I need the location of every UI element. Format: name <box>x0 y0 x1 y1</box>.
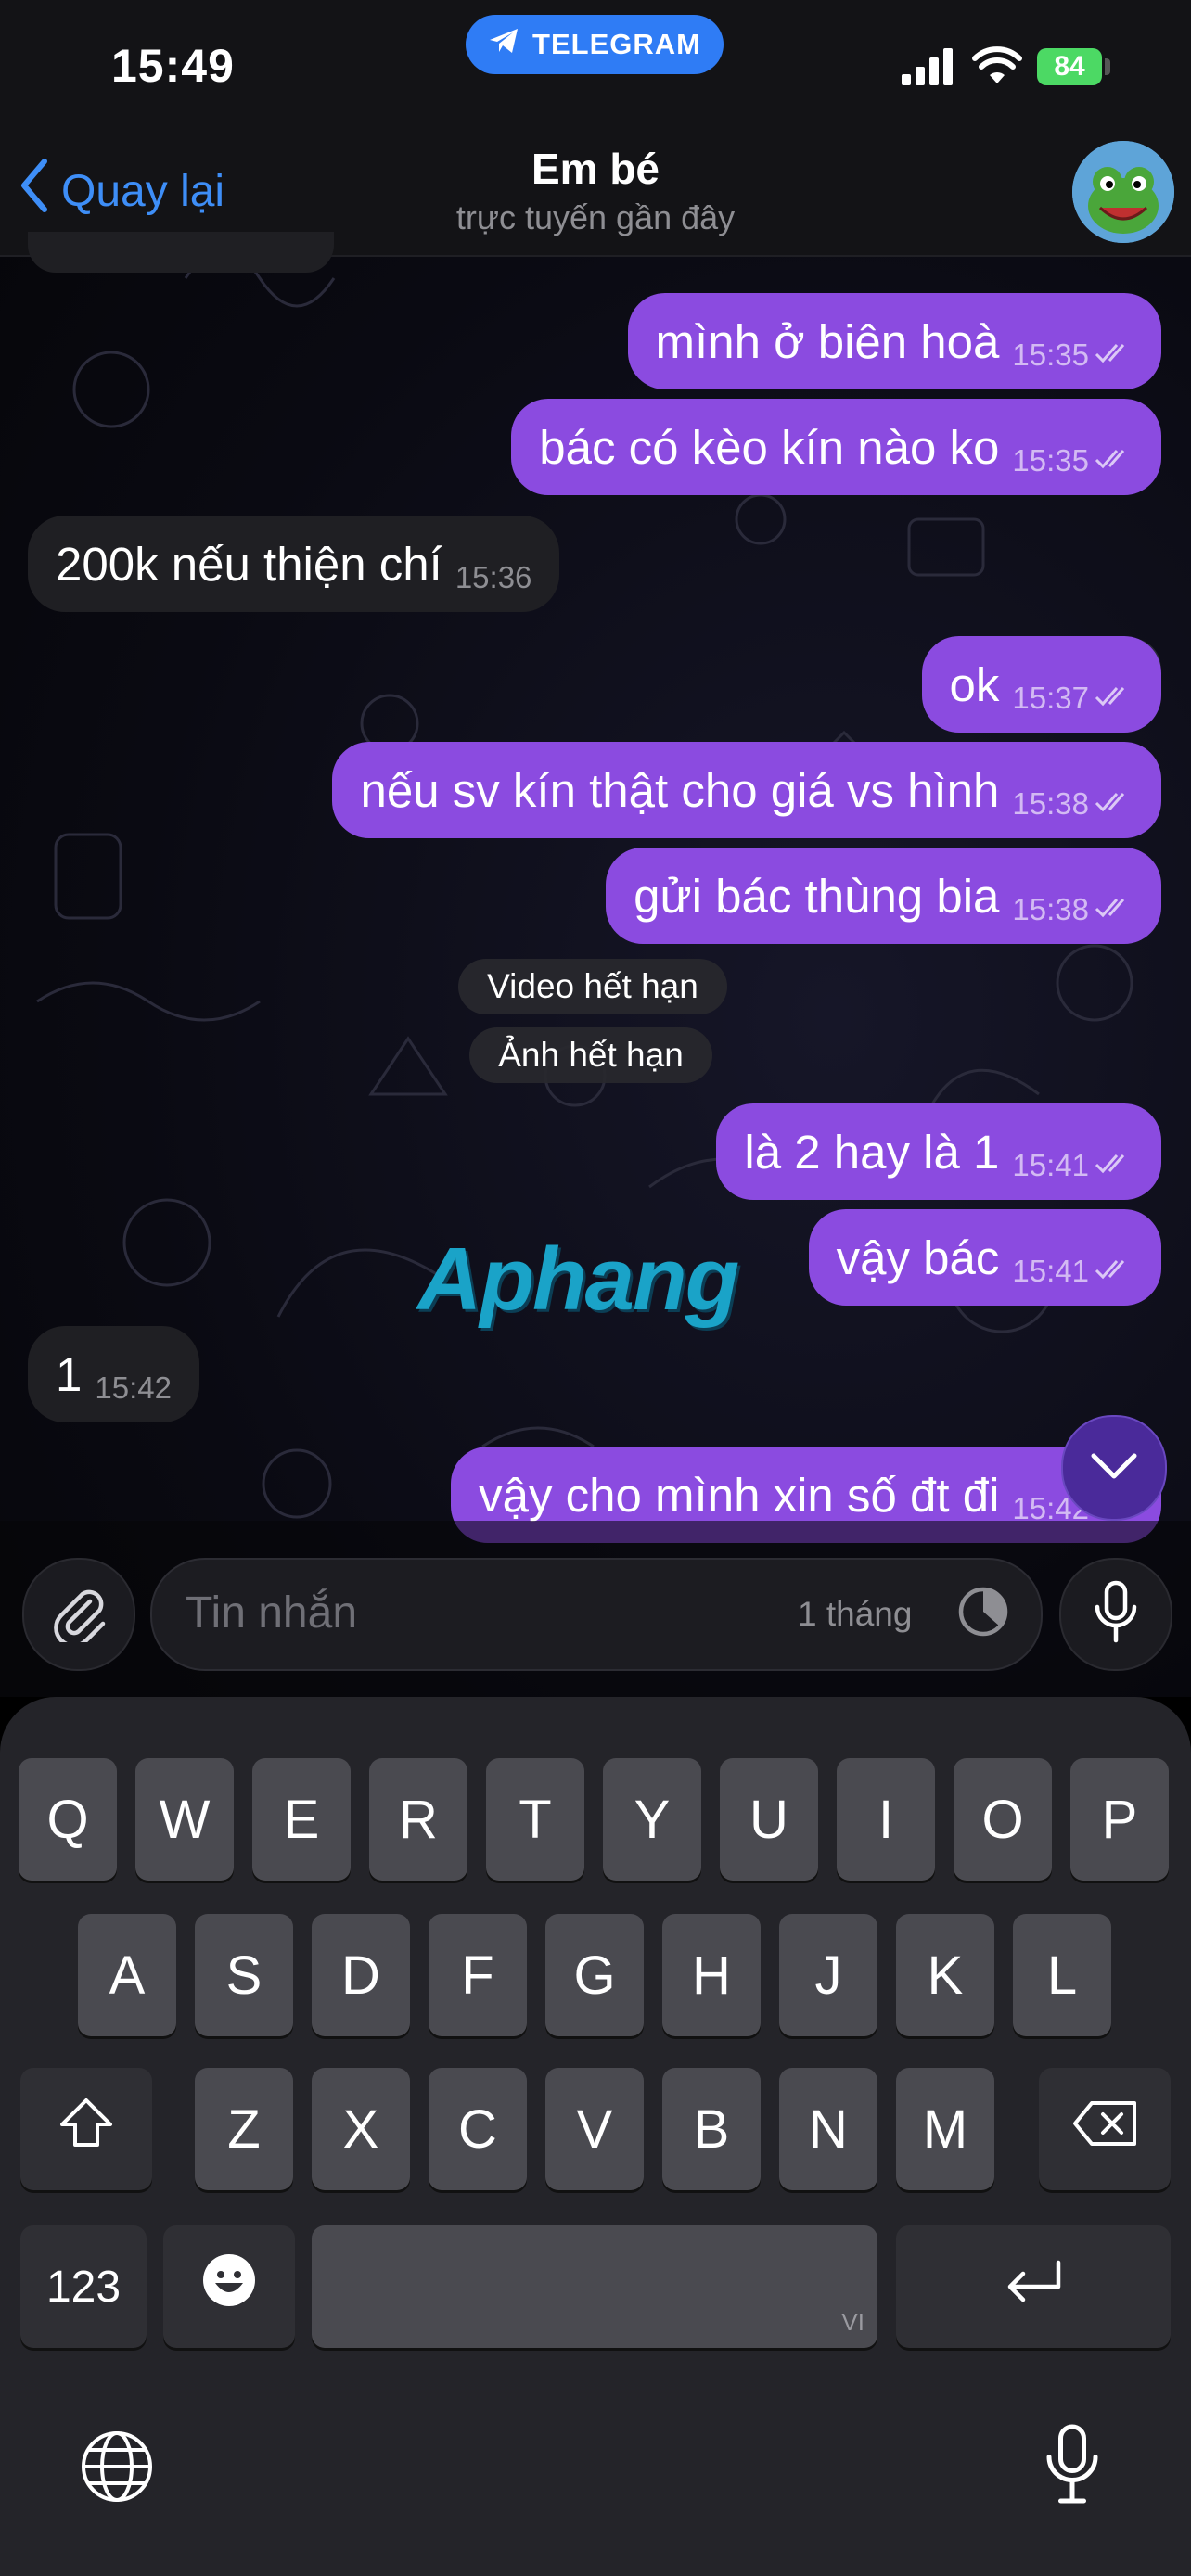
key-o[interactable]: O <box>954 1758 1052 1881</box>
message-bubble-incoming[interactable]: 200k nếu thiện chí 15:36 <box>28 516 560 612</box>
key-d[interactable]: D <box>312 1914 410 2036</box>
watermark-logo: Aphang <box>417 1230 739 1329</box>
message-time: 15:42 <box>95 1371 172 1405</box>
message-time: 15:38 <box>1012 892 1089 926</box>
message-bubble-outgoing[interactable]: vậy bác 15:41 <box>808 1209 1161 1306</box>
key-h[interactable]: H <box>662 1914 761 2036</box>
space-key[interactable]: VI <box>312 2225 877 2348</box>
message-time: 15:38 <box>1012 786 1089 821</box>
avatar[interactable] <box>1072 141 1174 243</box>
message-time: 15:37 <box>1012 681 1089 715</box>
message-bubble-outgoing[interactable]: ok 15:37 <box>921 636 1161 733</box>
status-time: 15:49 <box>111 40 235 92</box>
double-check-icon <box>1095 786 1133 822</box>
service-message-video-expired: Video hết hạn <box>458 959 727 1014</box>
dictation-microphone-icon[interactable] <box>1039 2422 1106 2510</box>
chevron-down-icon <box>1090 1452 1138 1485</box>
message-text: mình ở biên hoà <box>655 314 1000 368</box>
telegram-plane-icon <box>488 27 519 62</box>
key-j[interactable]: J <box>779 1914 877 2036</box>
shift-key[interactable] <box>20 2068 152 2190</box>
key-i[interactable]: I <box>837 1758 935 1881</box>
key-k[interactable]: K <box>896 1914 994 2036</box>
key-z[interactable]: Z <box>195 2068 293 2190</box>
message-text: ok <box>949 657 1000 711</box>
frog-avatar-icon <box>1072 141 1174 243</box>
scroll-to-bottom-button[interactable] <box>1061 1415 1167 1521</box>
message-text: nếu sv kín thật cho giá vs hình <box>360 763 1000 817</box>
key-g[interactable]: G <box>545 1914 644 2036</box>
battery-tip <box>1105 58 1110 75</box>
key-f[interactable]: F <box>429 1914 527 2036</box>
message-text: bác có kèo kín nào ko <box>539 420 1000 474</box>
auto-delete-timer-label[interactable]: 1 tháng <box>798 1595 912 1634</box>
battery-indicator: 84 <box>1037 48 1102 85</box>
message-time: 15:35 <box>1012 338 1089 372</box>
service-message-photo-expired: Ảnh hết hạn <box>469 1027 712 1083</box>
cellular-signal-icon <box>902 48 955 90</box>
message-bubble-incoming[interactable]: 1 15:42 <box>28 1326 199 1422</box>
double-check-icon <box>1095 892 1133 927</box>
microphone-icon <box>1090 1579 1142 1651</box>
key-u[interactable]: U <box>720 1758 818 1881</box>
key-p[interactable]: P <box>1070 1758 1169 1881</box>
list-item[interactable] <box>28 232 334 273</box>
backspace-key[interactable] <box>1039 2068 1171 2190</box>
message-text: là 2 hay là 1 <box>744 1125 1000 1179</box>
message-input-placeholder: Tin nhắn <box>186 1588 358 1638</box>
key-q[interactable]: Q <box>19 1758 117 1881</box>
return-icon <box>1001 2256 1066 2318</box>
key-w[interactable]: W <box>135 1758 234 1881</box>
message-text: 200k nếu thiện chí <box>56 537 442 591</box>
key-s[interactable]: S <box>195 1914 293 2036</box>
telegram-pill-label: TELEGRAM <box>532 28 701 60</box>
key-x[interactable]: X <box>312 2068 410 2190</box>
double-check-icon <box>1095 1254 1133 1289</box>
wifi-icon <box>972 46 1022 90</box>
numbers-key[interactable]: 123 <box>20 2225 147 2348</box>
key-n[interactable]: N <box>779 2068 877 2190</box>
message-bubble-outgoing[interactable]: nếu sv kín thật cho giá vs hình 15:38 <box>332 742 1161 838</box>
voice-message-button[interactable] <box>1059 1558 1172 1671</box>
key-l[interactable]: L <box>1013 1914 1111 2036</box>
message-text: vậy cho mình xin số đt đi <box>479 1468 1000 1522</box>
message-text: gửi bác thùng bia <box>634 869 1000 923</box>
attach-button[interactable] <box>22 1558 135 1671</box>
message-bubble-outgoing[interactable]: bác có kèo kín nào ko 15:35 <box>511 399 1161 495</box>
key-t[interactable]: T <box>486 1758 584 1881</box>
globe-icon[interactable] <box>80 2429 154 2508</box>
key-y[interactable]: Y <box>603 1758 701 1881</box>
double-check-icon <box>1095 681 1133 716</box>
message-bubble-outgoing[interactable]: là 2 hay là 1 15:41 <box>716 1103 1161 1200</box>
double-check-icon <box>1095 338 1133 373</box>
key-m[interactable]: M <box>896 2068 994 2190</box>
message-time: 15:41 <box>1012 1148 1089 1182</box>
telegram-pill[interactable]: TELEGRAM <box>466 15 724 74</box>
emoji-icon <box>200 2251 258 2322</box>
key-c[interactable]: C <box>429 2068 527 2190</box>
message-bubble-outgoing[interactable]: mình ở biên hoà 15:35 <box>627 293 1161 389</box>
shift-icon <box>58 2097 114 2162</box>
return-key[interactable] <box>896 2225 1171 2348</box>
key-v[interactable]: V <box>545 2068 644 2190</box>
double-check-icon <box>1095 1148 1133 1183</box>
message-text: vậy bác <box>836 1231 1000 1284</box>
paperclip-icon <box>49 1583 109 1648</box>
space-language-hint: VI <box>841 2308 864 2336</box>
double-check-icon <box>1095 443 1133 478</box>
message-text: 1 <box>56 1347 83 1401</box>
key-a[interactable]: A <box>78 1914 176 2036</box>
message-time: 15:35 <box>1012 443 1089 478</box>
message-time: 15:36 <box>455 560 532 594</box>
key-b[interactable]: B <box>662 2068 761 2190</box>
chat-title[interactable]: Em bé <box>0 144 1191 194</box>
message-bubble-outgoing[interactable]: gửi bác thùng bia 15:38 <box>606 848 1161 944</box>
emoji-key[interactable] <box>163 2225 295 2348</box>
key-r[interactable]: R <box>369 1758 467 1881</box>
message-time: 15:41 <box>1012 1254 1089 1288</box>
backspace-icon <box>1071 2098 1138 2161</box>
key-e[interactable]: E <box>252 1758 351 1881</box>
timer-icon[interactable] <box>955 1584 1011 1644</box>
